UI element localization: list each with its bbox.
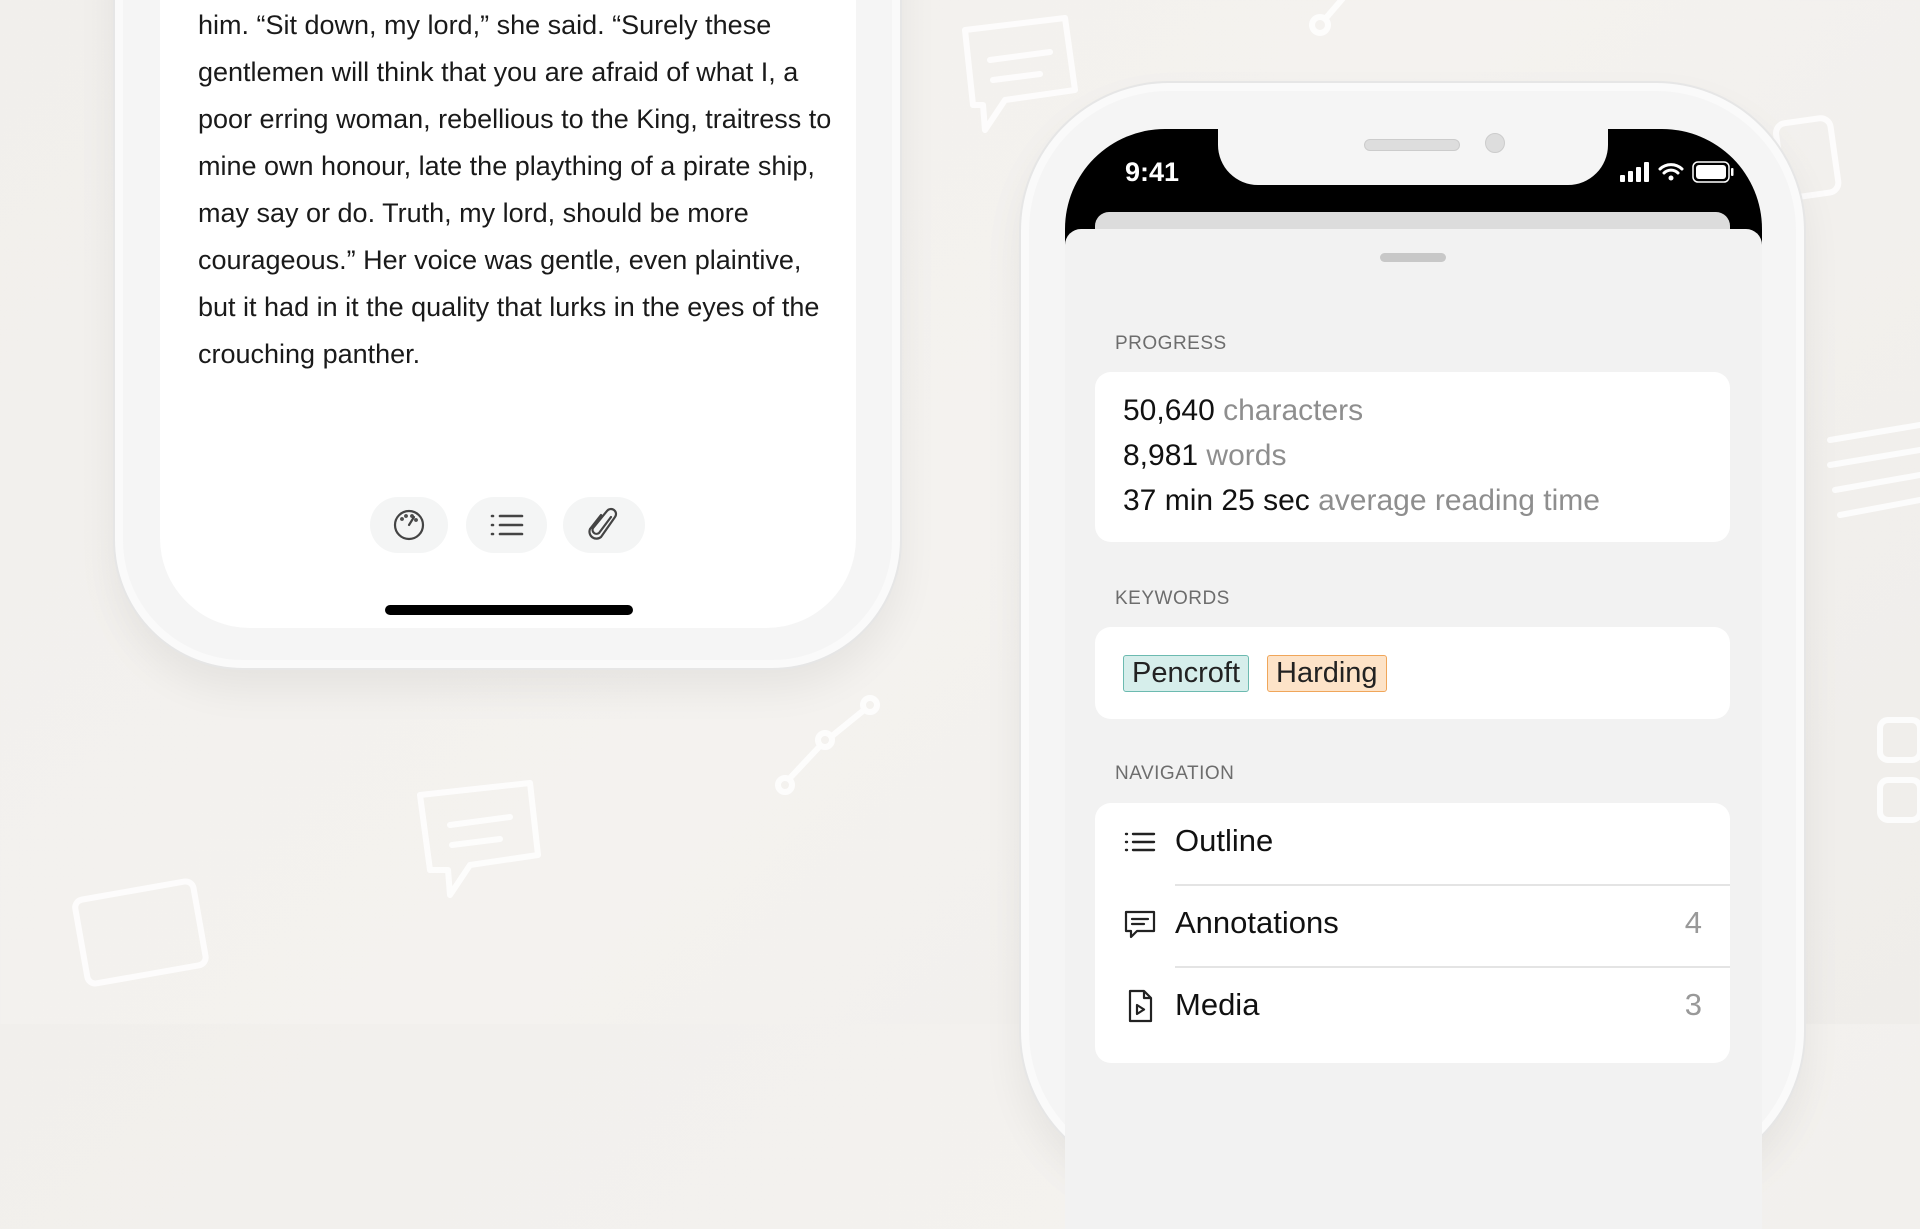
keyword-tag-pencroft[interactable]: Pencroft	[1123, 655, 1249, 692]
outline-button[interactable]	[466, 497, 547, 553]
camera	[1485, 133, 1505, 153]
words-stat: 8,981 words	[1123, 439, 1287, 472]
notch	[1218, 129, 1608, 185]
status-time: 9:41	[1125, 157, 1180, 187]
navigation-card: Outline Annotations 4 Media 3	[1095, 803, 1730, 1063]
speaker	[1364, 139, 1460, 151]
battery-icon	[1692, 161, 1734, 183]
media-file-icon	[1128, 989, 1153, 1023]
nav-item-annotations[interactable]: Annotations 4	[1095, 885, 1730, 967]
nav-item-media[interactable]: Media 3	[1095, 967, 1730, 1049]
lines-decoration-icon	[1827, 422, 1920, 518]
paperclip-icon	[588, 507, 618, 540]
progress-section-label: PROGRESS	[1115, 333, 1227, 354]
list-icon	[490, 514, 523, 536]
sheet-grabber[interactable]	[1380, 253, 1446, 262]
statistics-button[interactable]	[370, 497, 448, 553]
nav-item-outline[interactable]: Outline	[1095, 803, 1730, 885]
chat-bubble-decoration-icon	[962, 15, 1078, 133]
speech-bubble-icon	[1124, 910, 1156, 939]
reader-screen: him. “Sit down, my lord,” she said. “Sur…	[160, 0, 856, 628]
attachments-button[interactable]	[563, 497, 645, 553]
graph-decoration-icon	[775, 695, 880, 795]
annotations-count: 4	[1684, 905, 1702, 940]
list-icon	[1124, 832, 1156, 852]
left-phone-frame: him. “Sit down, my lord,” she said. “Sur…	[113, 0, 902, 670]
characters-stat: 50,640 characters	[1123, 394, 1364, 427]
square-decoration-icon	[1877, 717, 1920, 823]
reader-text: him. “Sit down, my lord,” she said. “Sur…	[198, 10, 832, 369]
keywords-card: Pencroft Harding	[1095, 627, 1730, 719]
status-icons	[1620, 161, 1734, 183]
graph-decoration-icon	[1309, 0, 1346, 36]
home-indicator	[385, 605, 633, 615]
chat-bubble-decoration-icon	[417, 780, 541, 898]
media-count: 3	[1684, 987, 1702, 1022]
navigation-section-label: NAVIGATION	[1115, 763, 1235, 784]
signal-icon	[1620, 162, 1649, 182]
reading-time-stat: 37 min 25 sec average reading time	[1123, 484, 1600, 517]
gauge-icon	[393, 509, 425, 541]
keyword-tag-harding[interactable]: Harding	[1267, 655, 1387, 692]
image-decoration-icon	[72, 878, 209, 987]
wifi-icon	[1658, 163, 1684, 181]
keywords-section-label: KEYWORDS	[1115, 588, 1230, 609]
progress-card: 50,640 characters 8,981 words 37 min 25 …	[1095, 372, 1730, 542]
